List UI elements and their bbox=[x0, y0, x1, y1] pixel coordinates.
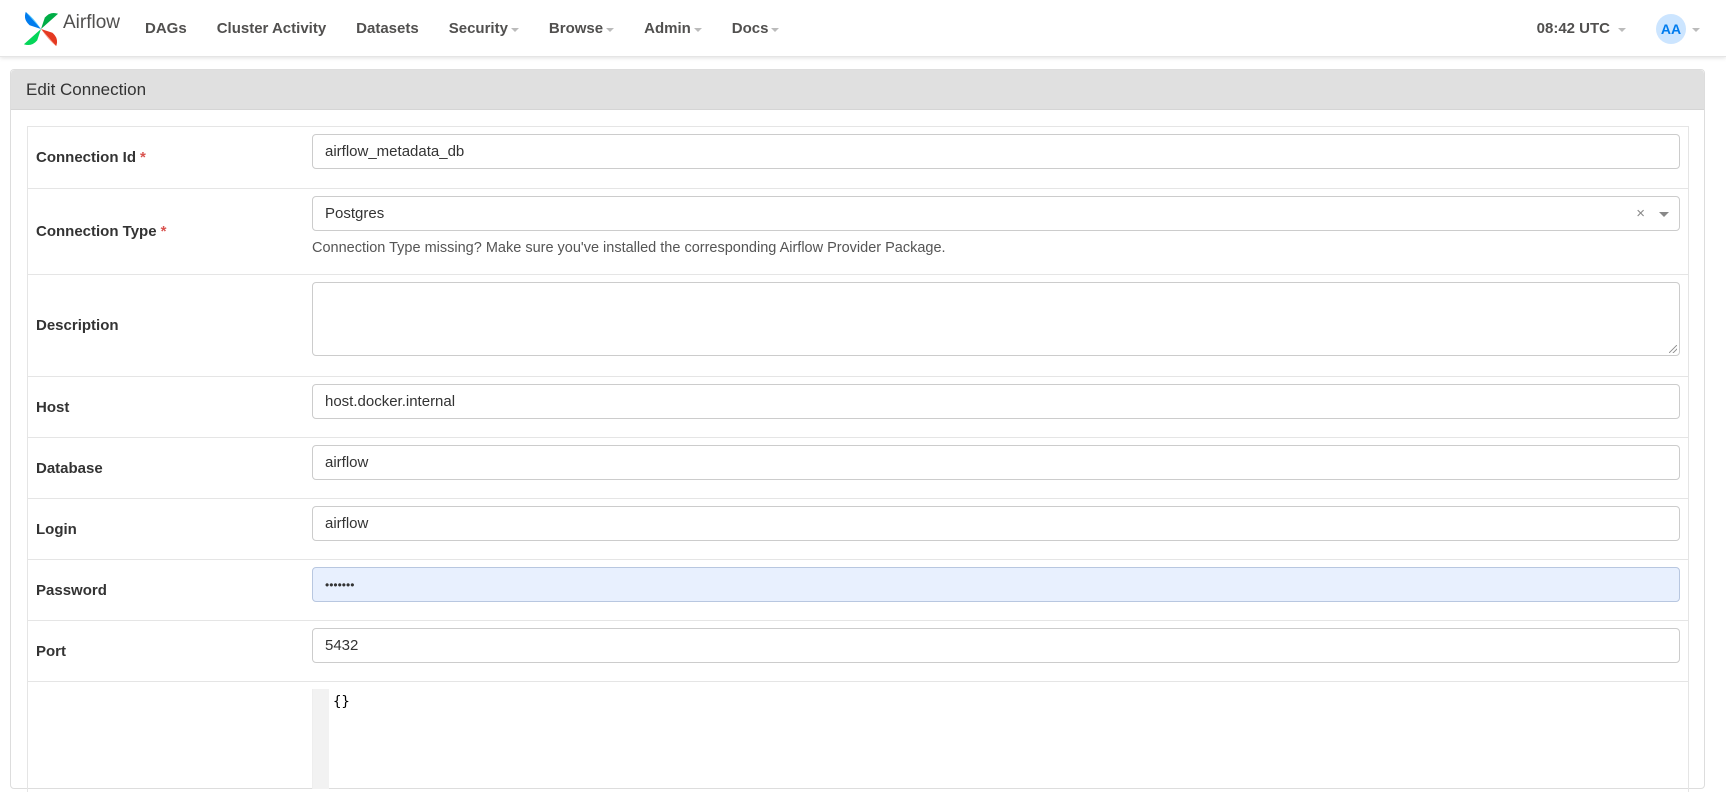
port-value: 5432 bbox=[325, 637, 359, 654]
clock-text: 08:42 UTC bbox=[1536, 20, 1610, 37]
nav-cluster-activity-label: Cluster Activity bbox=[216, 20, 327, 37]
airflow-logo-icon bbox=[23, 11, 59, 47]
port-cell: 5432 bbox=[312, 621, 1688, 681]
port-label: Port bbox=[28, 621, 312, 681]
main-nav: DAGs Cluster Activity Datasets Security … bbox=[145, 0, 809, 57]
port-label-text: Port bbox=[36, 642, 66, 660]
password-cell: ••••••• bbox=[312, 560, 1688, 620]
nav-right: 08:42 UTC AA bbox=[1537, 0, 1726, 57]
nav-admin-menu[interactable]: Admin bbox=[644, 20, 702, 37]
nav-dags[interactable]: DAGs bbox=[145, 20, 187, 37]
timezone-clock-menu[interactable]: 08:42 UTC bbox=[1537, 20, 1626, 37]
dropdown-arrow-icon[interactable] bbox=[1659, 212, 1669, 217]
host-input[interactable]: host.docker.internal bbox=[312, 384, 1680, 419]
nav-cluster-activity[interactable]: Cluster Activity bbox=[217, 20, 326, 37]
description-cell bbox=[312, 275, 1688, 376]
editor-gutter bbox=[313, 689, 329, 789]
caret-down-icon bbox=[606, 27, 615, 32]
nav-docs-label: Docs bbox=[731, 20, 769, 37]
required-marker: * bbox=[160, 223, 167, 240]
form-row-database: Database airflow bbox=[27, 438, 1689, 499]
connection-id-label-text: Connection Id bbox=[36, 149, 136, 166]
database-input[interactable]: airflow bbox=[312, 445, 1680, 480]
user-menu[interactable]: AA bbox=[1656, 13, 1700, 44]
form-row-login: Login airflow bbox=[27, 499, 1689, 560]
extra-cell: {} bbox=[312, 682, 1688, 792]
nav-browse-menu[interactable]: Browse bbox=[548, 20, 615, 37]
nav-datasets[interactable]: Datasets bbox=[356, 20, 419, 37]
form-row-connection-id: Connection Id * airflow_metadata_db bbox=[27, 127, 1689, 189]
extra-json-value: {} bbox=[333, 694, 350, 710]
form-row-description: Description bbox=[27, 275, 1689, 377]
form-row-port: Port 5432 bbox=[27, 621, 1689, 682]
clear-selection-icon[interactable]: × bbox=[1636, 205, 1645, 222]
nav-datasets-label: Datasets bbox=[356, 20, 419, 37]
nav-dags-label: DAGs bbox=[145, 20, 187, 37]
login-label-text: Login bbox=[36, 520, 77, 538]
connection-type-value: Postgres bbox=[325, 205, 385, 222]
resize-grip-icon[interactable] bbox=[1669, 345, 1677, 353]
form-row-connection-type: Connection Type * Postgres × Connection … bbox=[27, 189, 1689, 275]
connection-type-select[interactable]: Postgres × bbox=[312, 196, 1680, 231]
description-label-text: Description bbox=[36, 317, 119, 334]
nav-security-menu[interactable]: Security bbox=[449, 20, 519, 37]
extra-label bbox=[28, 682, 312, 792]
login-label: Login bbox=[28, 499, 312, 559]
database-cell: airflow bbox=[312, 438, 1688, 498]
login-value: airflow bbox=[325, 515, 369, 532]
password-label-text: Password bbox=[36, 581, 107, 599]
host-value: host.docker.internal bbox=[325, 393, 456, 410]
nav-admin-label: Admin bbox=[644, 20, 691, 37]
description-label: Description bbox=[28, 275, 312, 376]
host-label: Host bbox=[28, 377, 312, 437]
nav-docs-menu[interactable]: Docs bbox=[732, 20, 780, 37]
connection-id-cell: airflow_metadata_db bbox=[312, 127, 1688, 188]
caret-down-icon bbox=[771, 27, 780, 32]
avatar: AA bbox=[1656, 13, 1686, 44]
connection-id-input[interactable]: airflow_metadata_db bbox=[312, 134, 1680, 169]
caret-down-icon bbox=[1618, 27, 1626, 32]
database-label-text: Database bbox=[36, 459, 103, 477]
connection-form: Connection Id * airflow_metadata_db Conn… bbox=[27, 126, 1689, 792]
database-value: airflow bbox=[325, 454, 369, 471]
top-navbar: Airflow DAGs Cluster Activity Datasets S… bbox=[0, 0, 1726, 57]
host-cell: host.docker.internal bbox=[312, 377, 1688, 437]
extra-json-editor[interactable]: {} bbox=[312, 689, 1680, 789]
connection-id-value: airflow_metadata_db bbox=[325, 143, 465, 160]
nav-security-label: Security bbox=[448, 20, 508, 37]
edit-connection-panel: Edit Connection Connection Id * airflow_… bbox=[10, 69, 1705, 792]
database-label: Database bbox=[28, 438, 312, 498]
password-input[interactable]: ••••••• bbox=[312, 567, 1680, 602]
port-input[interactable]: 5432 bbox=[312, 628, 1680, 663]
brand-link[interactable]: Airflow bbox=[22, 7, 120, 51]
password-value: ••••••• bbox=[325, 577, 355, 592]
caret-down-icon bbox=[693, 27, 702, 32]
password-label: Password bbox=[28, 560, 312, 620]
brand-name: Airflow bbox=[63, 12, 121, 33]
panel-title: Edit Connection bbox=[11, 70, 1704, 110]
form-row-host: Host host.docker.internal bbox=[27, 377, 1689, 438]
connection-type-label-text: Connection Type bbox=[36, 223, 157, 240]
connection-type-cell: Postgres × Connection Type missing? Make… bbox=[312, 189, 1688, 274]
host-label-text: Host bbox=[36, 398, 70, 416]
form-row-password: Password ••••••• bbox=[27, 560, 1689, 621]
login-cell: airflow bbox=[312, 499, 1688, 559]
login-input[interactable]: airflow bbox=[312, 506, 1680, 541]
caret-down-icon bbox=[510, 27, 519, 32]
connection-type-help-text: Connection Type missing? Make sure you'v… bbox=[312, 240, 946, 256]
connection-type-label: Connection Type * bbox=[28, 189, 312, 274]
caret-down-icon bbox=[1692, 27, 1700, 32]
form-row-extra: {} bbox=[27, 682, 1689, 792]
nav-browse-label: Browse bbox=[548, 20, 604, 37]
required-marker: * bbox=[140, 149, 146, 166]
description-textarea[interactable] bbox=[312, 282, 1680, 356]
connection-id-label: Connection Id * bbox=[28, 127, 312, 188]
